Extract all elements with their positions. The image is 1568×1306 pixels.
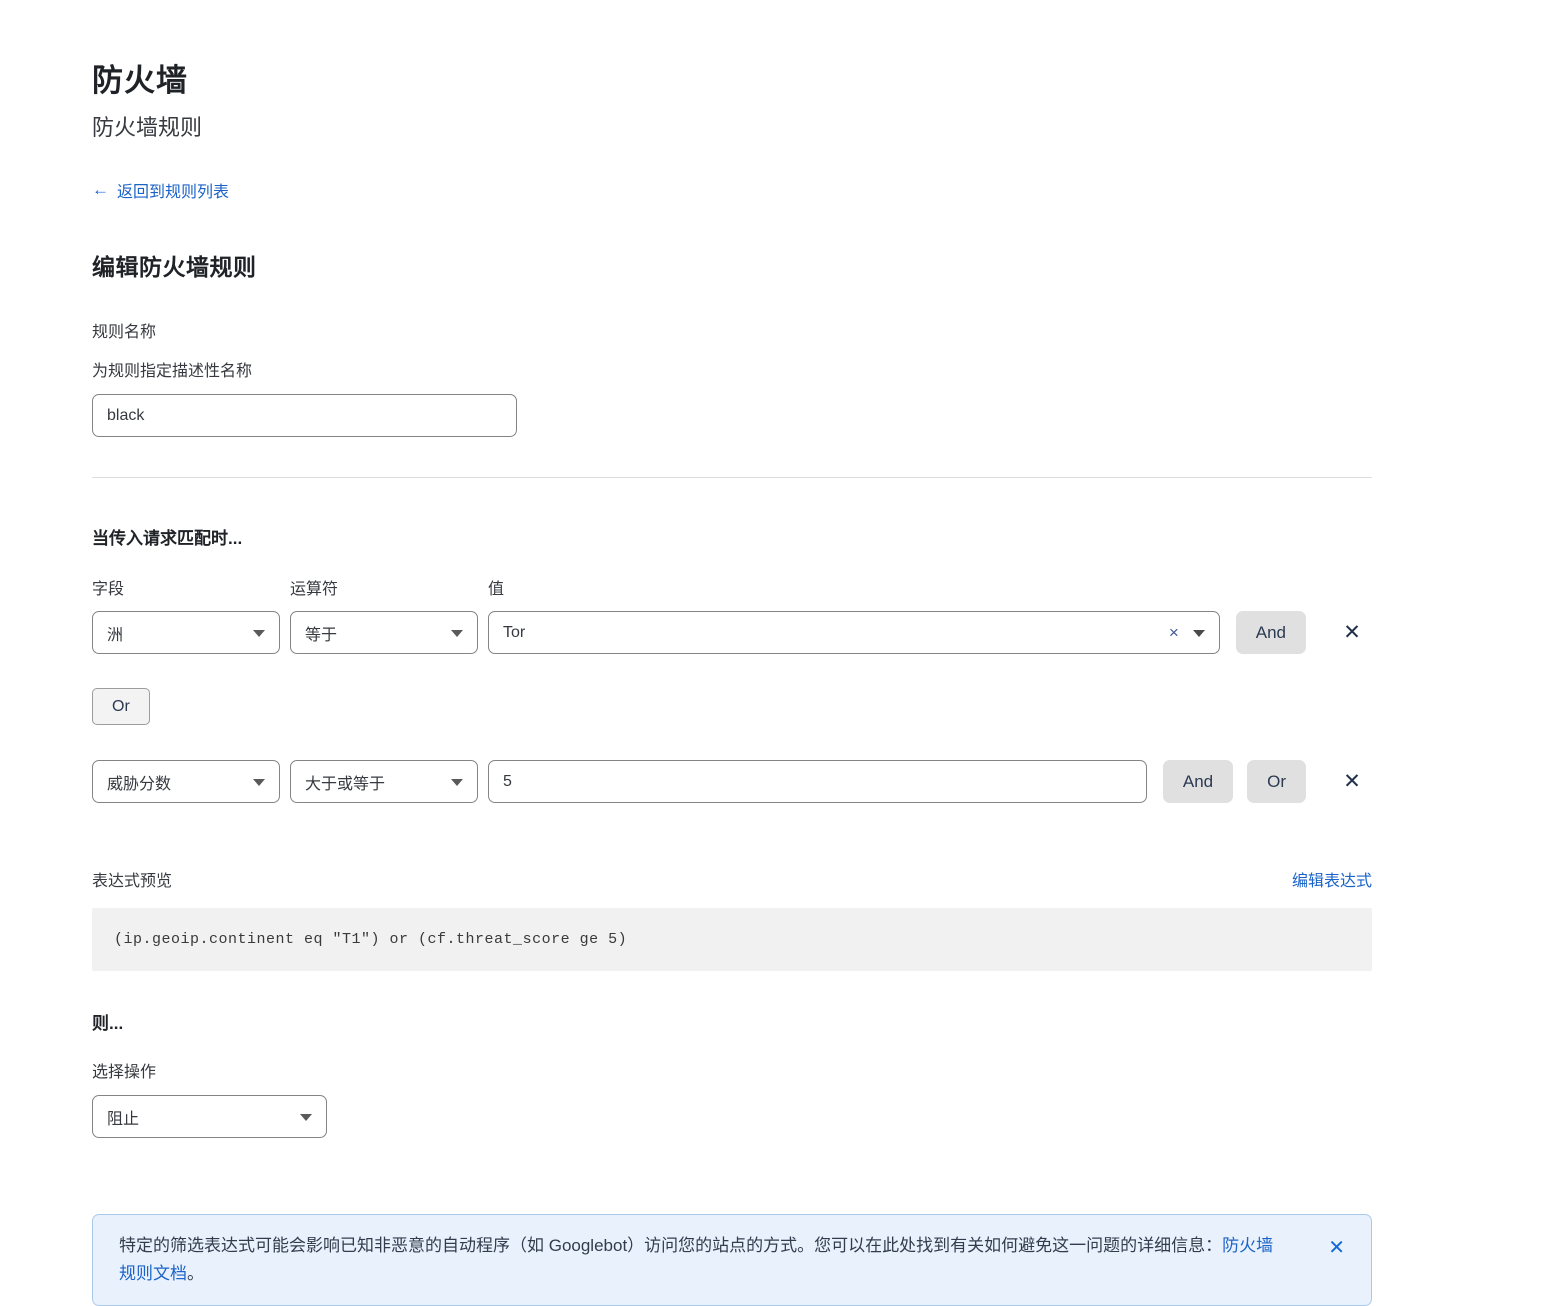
delete-condition-icon[interactable]: ✕ xyxy=(1332,769,1372,794)
field-column-label: 字段 xyxy=(92,575,290,599)
add-and-condition-button[interactable]: And xyxy=(1236,611,1306,654)
condition-column-labels: 字段 运算符 值 xyxy=(92,575,1372,599)
expression-preview-label: 表达式预览 xyxy=(92,867,172,891)
field-select[interactable]: 威胁分数 xyxy=(92,760,280,803)
operator-select-value: 等于 xyxy=(305,621,337,645)
chevron-down-icon[interactable] xyxy=(1193,630,1205,637)
chevron-down-icon xyxy=(451,779,463,786)
chevron-down-icon xyxy=(300,1114,312,1121)
banner-message-suffix: 。 xyxy=(187,1264,204,1283)
add-and-condition-button[interactable]: And xyxy=(1163,760,1233,803)
chevron-down-icon xyxy=(451,630,463,637)
condition-row: 洲 等于 Tor × And ✕ xyxy=(92,611,1372,654)
value-input[interactable]: 5 xyxy=(488,760,1147,803)
expression-code: (ip.geoip.continent eq "T1") or (cf.thre… xyxy=(114,931,627,948)
clear-value-icon[interactable]: × xyxy=(1169,624,1179,641)
operator-select[interactable]: 等于 xyxy=(290,611,478,654)
expression-preview-box: (ip.geoip.continent eq "T1") or (cf.thre… xyxy=(92,908,1372,971)
value-column-label: 值 xyxy=(488,575,1372,599)
add-or-condition-button[interactable]: Or xyxy=(92,688,150,725)
expression-header: 表达式预览 编辑表达式 xyxy=(92,867,1372,891)
chevron-down-icon xyxy=(253,630,265,637)
back-to-rules-link[interactable]: ← 返回到规则列表 xyxy=(92,178,229,202)
operator-select-value: 大于或等于 xyxy=(305,770,385,794)
value-input-value: 5 xyxy=(503,773,512,791)
edit-expression-link[interactable]: 编辑表达式 xyxy=(1292,867,1372,891)
field-select-value: 威胁分数 xyxy=(107,770,171,794)
field-select[interactable]: 洲 xyxy=(92,611,280,654)
action-select-value: 阻止 xyxy=(107,1105,139,1129)
choose-action-label: 选择操作 xyxy=(92,1058,1372,1082)
rule-name-help: 为规则指定描述性名称 xyxy=(92,357,1372,381)
then-heading: 则... xyxy=(92,1009,1372,1034)
operator-column-label: 运算符 xyxy=(290,575,488,599)
banner-text: 特定的筛选表达式可能会影响已知非恶意的自动程序（如 Googlebot）访问您的… xyxy=(119,1232,1328,1288)
value-combobox-value: Tor xyxy=(503,624,525,642)
action-select[interactable]: 阻止 xyxy=(92,1095,327,1138)
page-title: 防火墙 xyxy=(92,55,1372,100)
condition-row: 威胁分数 大于或等于 5 And Or ✕ xyxy=(92,760,1372,803)
banner-close-icon[interactable]: ✕ xyxy=(1328,1238,1345,1258)
match-heading: 当传入请求匹配时... xyxy=(92,524,1372,549)
section-divider xyxy=(92,477,1372,478)
firewall-rule-editor-page: 防火墙 防火墙规则 ← 返回到规则列表 编辑防火墙规则 规则名称 为规则指定描述… xyxy=(0,0,1372,1306)
edit-rule-heading: 编辑防火墙规则 xyxy=(92,248,1372,282)
back-link-label: 返回到规则列表 xyxy=(117,178,229,202)
page-subtitle: 防火墙规则 xyxy=(92,110,1372,142)
value-combobox[interactable]: Tor × xyxy=(488,611,1220,654)
field-select-value: 洲 xyxy=(107,621,123,645)
back-arrow-icon: ← xyxy=(92,180,109,200)
operator-select[interactable]: 大于或等于 xyxy=(290,760,478,803)
add-or-condition-button[interactable]: Or xyxy=(1247,760,1306,803)
rule-name-input[interactable] xyxy=(92,394,517,437)
delete-condition-icon[interactable]: ✕ xyxy=(1332,620,1372,645)
banner-message: 特定的筛选表达式可能会影响已知非恶意的自动程序（如 Googlebot）访问您的… xyxy=(119,1236,1222,1255)
info-banner: 特定的筛选表达式可能会影响已知非恶意的自动程序（如 Googlebot）访问您的… xyxy=(92,1214,1372,1306)
rule-name-label: 规则名称 xyxy=(92,318,1372,342)
chevron-down-icon xyxy=(253,779,265,786)
